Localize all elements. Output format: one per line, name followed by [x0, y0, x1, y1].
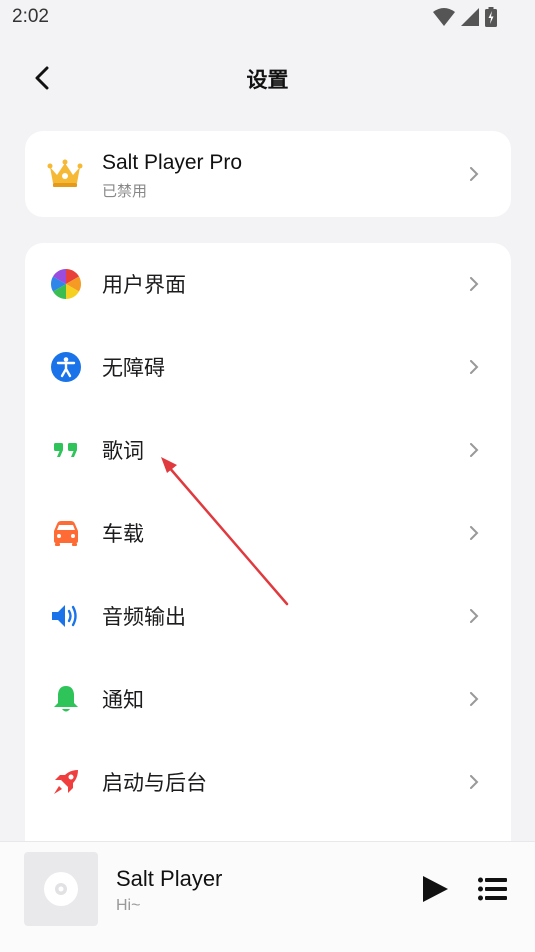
settings-item-label: 音频输出 [102, 605, 186, 629]
quote-icon [50, 434, 82, 466]
pro-status: 已禁用 [102, 182, 148, 200]
settings-item-audio-output[interactable]: 音频输出 [25, 575, 511, 658]
bell-icon [50, 683, 82, 715]
settings-item-car[interactable]: 车载 [25, 492, 511, 575]
settings-item-label: 无障碍 [102, 356, 165, 380]
chevron-right-icon [470, 167, 479, 181]
chevron-right-icon [470, 692, 479, 706]
chevron-right-icon [470, 609, 479, 623]
top-bar: 设置 [0, 50, 535, 106]
player-track-subtitle: Hi~ [116, 897, 141, 914]
disc-icon [44, 872, 78, 906]
settings-item-user-interface[interactable]: 用户界面 [25, 243, 511, 326]
battery-icon [485, 7, 497, 27]
pro-title: Salt Player Pro [102, 151, 243, 174]
chevron-right-icon [470, 526, 479, 540]
album-art[interactable] [24, 852, 98, 926]
car-icon [50, 517, 82, 549]
settings-item-label: 歌词 [102, 439, 144, 463]
settings-item-label: 用户界面 [102, 273, 186, 297]
settings-item-lyrics[interactable]: 歌词 [25, 409, 511, 492]
chevron-right-icon [470, 360, 479, 374]
rocket-icon [50, 766, 82, 798]
settings-item-label: 通知 [102, 688, 144, 712]
chevron-right-icon [470, 443, 479, 457]
queue-list-icon[interactable] [478, 877, 508, 901]
crown-icon [47, 157, 83, 193]
status-bar: 2:02 [0, 0, 535, 38]
chevron-right-icon [470, 277, 479, 291]
pro-card[interactable]: Salt Player Pro 已禁用 [25, 131, 511, 217]
wifi-icon [433, 8, 455, 26]
play-icon[interactable] [420, 874, 450, 904]
settings-item-accessibility[interactable]: 无障碍 [25, 326, 511, 409]
settings-item-startup-background[interactable]: 启动与后台 [25, 741, 511, 824]
speaker-icon [50, 600, 82, 632]
settings-list: 用户界面 无障碍 歌词 车载 音频输出 通知 启动与后台 [25, 243, 511, 883]
settings-item-label: 启动与后台 [102, 771, 207, 795]
chevron-right-icon [470, 775, 479, 789]
status-time: 2:02 [12, 6, 49, 27]
mini-player[interactable]: Salt Player Hi~ [0, 841, 535, 952]
color-wheel-icon [50, 268, 82, 300]
player-track-title: Salt Player [116, 866, 223, 891]
settings-item-notifications[interactable]: 通知 [25, 658, 511, 741]
accessibility-icon [50, 351, 82, 383]
settings-item-label: 车载 [102, 522, 144, 546]
signal-icon [461, 8, 479, 26]
status-icons [433, 7, 497, 27]
page-title: 设置 [246, 68, 289, 92]
